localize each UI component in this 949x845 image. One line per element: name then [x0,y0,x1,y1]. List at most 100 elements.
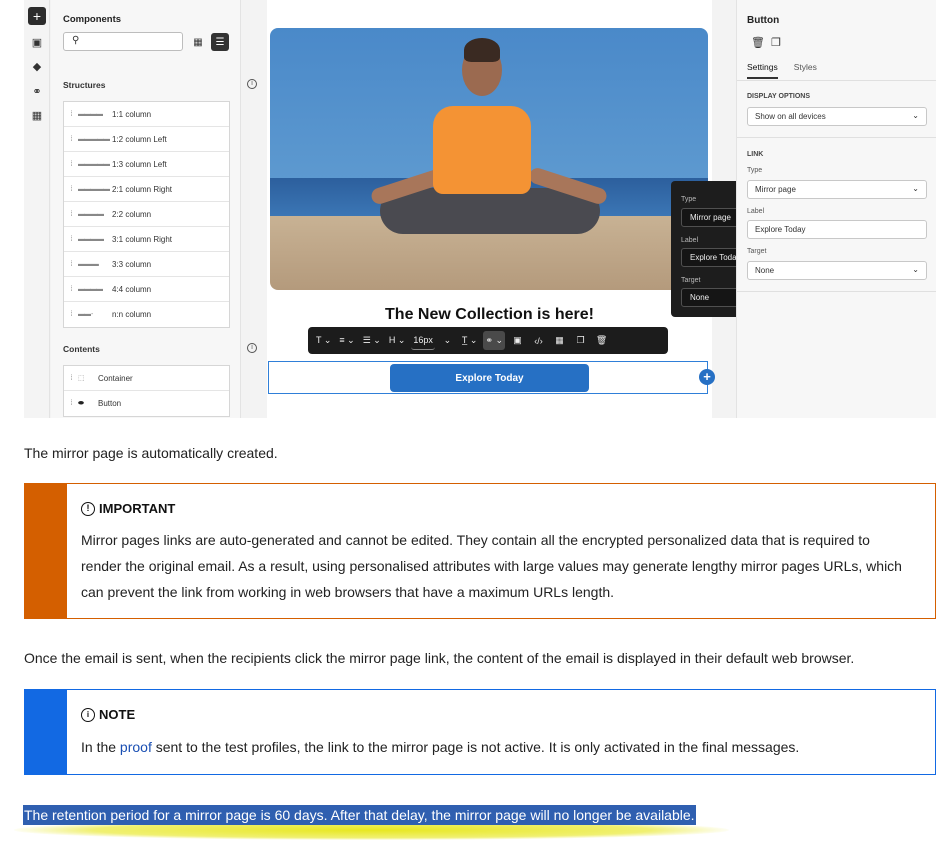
paragraph: The mirror page is automatically created… [24,445,278,461]
tab-styles[interactable]: Styles [794,62,817,72]
list-item-label: 1:1 column [112,109,152,119]
delete-icon[interactable]: 🗑 [593,331,610,350]
target-select[interactable]: None ⌄ [747,261,927,280]
highlighted-retention-text: The retention period for a mirror page i… [24,806,695,824]
list-item[interactable]: ⁞ ▬▬▬▬ 4:4 column [64,277,229,302]
info-icon: i [81,707,95,722]
drag-handle-icon[interactable]: ⁞ [64,186,78,193]
alert-body: Mirror pages links are auto-generated an… [81,532,902,600]
list-item-label: Container [98,373,133,383]
display-select[interactable]: Show on all devices ⌄ [747,107,927,126]
label-label: Label [747,208,765,215]
drag-handle-icon[interactable]: ⁞ [64,375,78,382]
list-icon[interactable]: ☰ ⌄ [361,331,383,350]
drag-handle-icon[interactable]: ⁞ [64,111,78,118]
add-icon[interactable]: + [699,369,715,385]
components-title: Components [63,14,122,25]
text-style-icon[interactable]: T ⌄ [314,331,333,350]
list-item[interactable]: ⁞ ▬▬ - n:n column [64,302,229,327]
button-row-selected[interactable]: Explore Today [268,361,708,394]
add-icon[interactable]: + [28,7,46,25]
list-item[interactable]: ⁞ ▬▬▬ ▬ 3:1 column Right [64,227,229,252]
align-icon[interactable]: ≡ ⌄ [337,331,356,350]
list-item[interactable]: ⁞ ▬▬▬▬ 1:1 column [64,102,229,127]
alert-title: i NOTE [81,707,135,722]
layout-glyph: ▬▬ ▬▬▬ [78,160,110,168]
code-icon[interactable]: ‹/› [530,331,547,350]
alert-bar [25,484,67,618]
text-toolbar: T ⌄ ≡ ⌄ ☰ ⌄ H ⌄ 16px ⌄ T̲ ⌄ ⚭ ⌄ ▣ ‹/› ▦ … [308,327,668,354]
list-item-label: 4:4 column [112,284,152,294]
display-options-title: DISPLAY OPTIONS [747,93,811,100]
image-icon[interactable]: ▣ [509,331,526,350]
chevron-down-icon[interactable]: ⌄ [439,331,456,350]
drag-handle-icon[interactable]: ⁞ [64,286,78,293]
target-label: Target [681,277,701,284]
search-input[interactable]: ⚲ [63,32,183,51]
list-item[interactable]: ⁞ ▬▬ ▬▬ 2:2 column [64,202,229,227]
structures-list: ⁞ ▬▬▬▬ 1:1 column ⁞ ▬▬ ▬▬▬ 1:2 column Left ⁞… [63,101,230,328]
heading-icon[interactable]: H ⌄ [387,331,408,350]
alert-title: ! IMPORTANT [81,501,175,516]
list-item[interactable]: ⁞ ▬▬ ▬▬▬ 1:3 column Left [64,152,229,177]
drag-handle-icon[interactable]: ⁞ [64,211,78,218]
layers-icon[interactable]: ◆ [28,57,46,75]
drag-handle-icon[interactable]: ⁞ [64,261,78,268]
drag-handle-icon[interactable]: ⁞ [64,136,78,143]
contents-list: ⁞ ⬚ Container ⁞ ⬬ Button [63,365,230,417]
grid-view-icon[interactable]: ▦ [189,33,207,51]
link-icon[interactable]: ⚭ [28,82,46,100]
important-title: IMPORTANT [99,501,176,516]
type-select[interactable]: Mirror page ⌄ [747,180,927,199]
drag-handle-icon[interactable]: ⁞ [64,311,78,318]
list-item[interactable]: ⁞ ⬬ Button [64,391,229,416]
list-item-label: 1:3 column Left [112,159,167,169]
duplicate-icon[interactable]: ❐ [572,331,589,350]
layout-glyph: ▬▬▬▬ [78,285,103,293]
panel-tabs: Settings Styles [747,62,833,79]
alert-bar [25,690,67,774]
proof-link[interactable]: proof [120,739,152,755]
list-item[interactable]: ⁞ ▬▬ ▬▬▬ 1:2 column Left [64,127,229,152]
layout-glyph: ▬▬▬ ▬ [78,235,104,243]
chevron-down-icon: ⌄ [912,111,919,120]
list-item-label: n:n column [112,310,152,319]
list-item[interactable]: ⁞ ▬ ▬ ▬ 3:3 column [64,252,229,277]
list-item-label: 2:2 column [112,209,152,219]
list-item-label: 3:3 column [112,259,152,269]
list-item[interactable]: ⁞ ⬚ Container [64,366,229,391]
container-icon: ⬚ [78,375,85,382]
list-item[interactable]: ⁞ ▬▬▬ ▬▬ 2:1 column Right [64,177,229,202]
layout-glyph: ▬▬▬▬ [78,110,103,118]
display-value: Show on all devices [755,112,826,121]
drag-handle-icon[interactable]: ⁞ [64,161,78,168]
info-icon[interactable]: i [247,343,257,353]
info-icon[interactable]: i [247,79,257,89]
font-size-select[interactable]: 16px [411,331,435,350]
components-panel: Components ⚲ ▦ ☰ Structures i ⁞ ▬▬▬▬ 1:1 c… [51,0,257,418]
alert-body: In the proof sent to the test profiles, … [81,734,911,760]
delete-icon[interactable]: 🗑 [751,36,765,49]
list-item-label: 2:1 column Right [112,184,173,194]
hero-image [270,28,708,290]
label-input[interactable]: Explore Today [747,220,927,239]
explore-today-button[interactable]: Explore Today [390,364,589,392]
drag-handle-icon[interactable]: ⁞ [64,236,78,243]
list-item-label: 3:1 column Right [112,234,173,244]
drag-handle-icon[interactable]: ⁞ [64,400,78,407]
text-color-icon[interactable]: T̲ ⌄ [460,331,480,350]
type-label: Type [681,196,697,203]
tab-settings[interactable]: Settings [747,62,778,79]
alert-icon: ! [81,501,95,516]
target-value: None [755,266,775,275]
link-icon[interactable]: ⚭ ⌄ [483,331,506,350]
fragments-icon[interactable]: ▦ [28,106,46,124]
duplicate-icon[interactable]: ❐ [771,36,781,49]
list-item-label: Button [98,399,122,408]
list-view-icon[interactable]: ☰ [211,33,229,51]
layout-icon[interactable]: ▦ [551,331,568,350]
email-headline[interactable]: The New Collection is here! [267,306,712,324]
image-icon[interactable]: ▣ [28,33,46,51]
note-title: NOTE [99,707,136,722]
search-icon: ⚲ [72,35,80,46]
